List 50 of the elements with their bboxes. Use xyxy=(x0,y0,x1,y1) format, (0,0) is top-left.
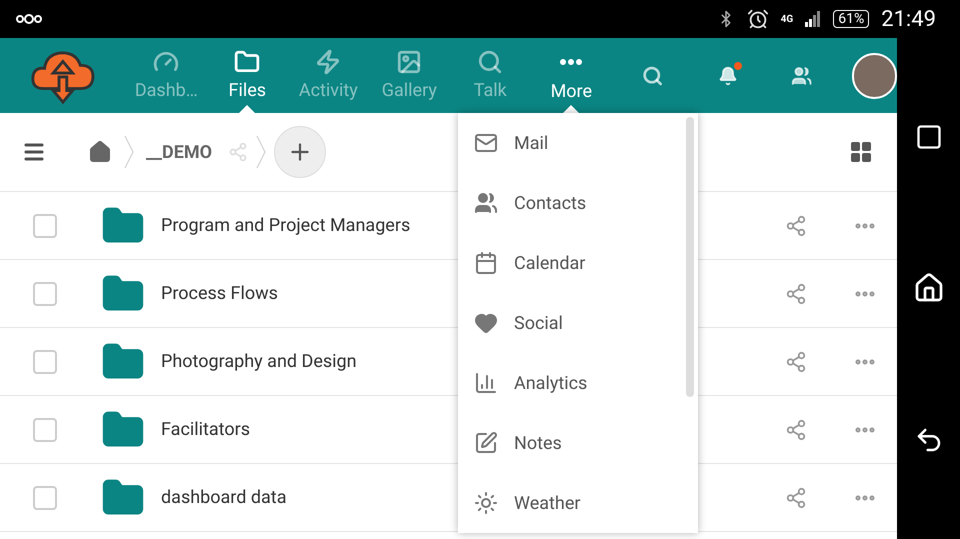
home-icon[interactable] xyxy=(912,272,944,304)
file-name[interactable]: Program and Project Managers xyxy=(161,212,410,239)
menu-item[interactable]: Mail xyxy=(458,113,686,173)
row-checkbox[interactable] xyxy=(33,282,57,306)
image-icon xyxy=(396,48,422,74)
avatar[interactable] xyxy=(852,52,897,98)
search-icon[interactable] xyxy=(642,64,664,86)
bar-chart-icon xyxy=(474,371,498,395)
signal-icon xyxy=(805,11,822,27)
dots-icon xyxy=(560,58,582,64)
people-icon xyxy=(474,191,498,215)
menu-item[interactable]: Analytics xyxy=(458,353,686,413)
app-logo-icon xyxy=(16,14,42,24)
menu-item[interactable]: Contacts xyxy=(458,173,686,233)
breadcrumb-folder[interactable]: __DEMO xyxy=(146,138,212,166)
share-icon[interactable] xyxy=(785,486,807,508)
folder-icon xyxy=(234,48,260,74)
menu-item[interactable]: Social xyxy=(458,293,686,353)
heart-icon xyxy=(474,311,498,335)
envelope-icon xyxy=(474,131,498,155)
recents-icon[interactable] xyxy=(914,122,942,150)
pencil-icon xyxy=(474,431,498,455)
share-icon[interactable] xyxy=(785,418,807,440)
share-icon[interactable] xyxy=(785,214,807,236)
file-name[interactable]: Process Flows xyxy=(161,280,278,307)
file-name[interactable]: Facilitators xyxy=(161,416,250,443)
alarm-icon xyxy=(746,8,769,30)
network-label: 4G xyxy=(780,12,794,26)
nav-tab[interactable]: Files xyxy=(206,38,288,113)
sun-icon xyxy=(474,491,498,515)
lightning-icon xyxy=(315,48,342,74)
share-icon[interactable] xyxy=(785,282,807,304)
calendar-icon xyxy=(474,251,498,275)
contacts-icon[interactable] xyxy=(791,64,812,86)
clock: 21:49 xyxy=(881,6,936,34)
row-checkbox[interactable] xyxy=(33,486,57,510)
menu-item[interactable]: Weather xyxy=(458,473,686,533)
row-checkbox[interactable] xyxy=(33,418,57,442)
row-checkbox[interactable] xyxy=(33,214,57,238)
chevron-icon xyxy=(256,135,266,169)
battery-indicator: 61% xyxy=(833,10,870,28)
share-icon[interactable] xyxy=(785,350,807,372)
menu-item[interactable]: Notes xyxy=(458,413,686,473)
grid-view-icon[interactable] xyxy=(849,140,873,164)
notifications-icon[interactable] xyxy=(718,66,738,86)
file-name[interactable]: dashboard data xyxy=(161,484,286,511)
row-checkbox[interactable] xyxy=(33,350,57,374)
menu-item[interactable]: Calendar xyxy=(458,233,686,293)
file-name[interactable]: Photography and Design xyxy=(161,348,357,375)
chevron-icon xyxy=(124,135,134,169)
